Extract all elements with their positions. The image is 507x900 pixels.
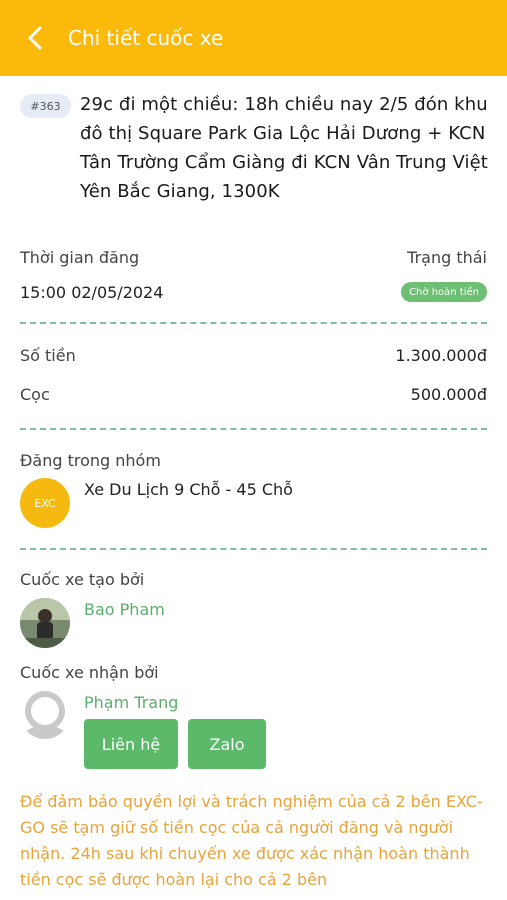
creator-name[interactable]: Bao Pham: [84, 600, 165, 619]
group-logo[interactable]: EXC: [20, 478, 70, 528]
creator-avatar[interactable]: [20, 598, 70, 648]
group-logo-text: EXC: [34, 497, 56, 510]
amount-label: Số tiền: [20, 346, 76, 365]
deposit-notice: Để đảm bảo quyền lợi và trách nghiệm của…: [20, 792, 483, 889]
back-button[interactable]: [10, 0, 60, 76]
top-bar: Chi tiết cuốc xe: [0, 0, 507, 76]
receiver-label: Cuốc xe nhận bởi: [20, 663, 159, 682]
amount-value: 1.300.000đ: [395, 346, 487, 365]
user-photo-icon: [20, 598, 70, 648]
receiver-name[interactable]: Phạm Trang: [84, 693, 178, 712]
page-title: Chi tiết cuốc xe: [68, 26, 224, 50]
divider: [20, 548, 487, 550]
divider: [20, 322, 487, 324]
creator-label: Cuốc xe tạo bởi: [20, 570, 145, 589]
status-label: Trạng thái: [407, 248, 487, 267]
posted-time-label: Thời gian đăng: [20, 248, 140, 267]
divider: [20, 428, 487, 430]
posted-time-value: 15:00 02/05/2024: [20, 283, 164, 302]
contact-button[interactable]: Liên hệ: [84, 719, 178, 769]
group-name[interactable]: Xe Du Lịch 9 Chỗ - 45 Chỗ: [84, 480, 293, 499]
deposit-value: 500.000đ: [410, 385, 487, 404]
receiver-avatar[interactable]: [20, 689, 70, 739]
zalo-button[interactable]: Zalo: [188, 719, 266, 769]
exc-logo-icon: EXC: [34, 497, 56, 510]
deposit-label: Cọc: [20, 385, 50, 404]
trip-title: 29c đi một chiều: 18h chiều nay 2/5 đón …: [80, 94, 488, 202]
chevron-left-icon: [28, 26, 42, 50]
user-placeholder-icon: [20, 689, 70, 739]
group-label: Đăng trong nhóm: [20, 451, 161, 470]
status-badge: Chờ hoàn tiền: [401, 282, 487, 302]
trip-id-badge: #363: [20, 94, 71, 118]
